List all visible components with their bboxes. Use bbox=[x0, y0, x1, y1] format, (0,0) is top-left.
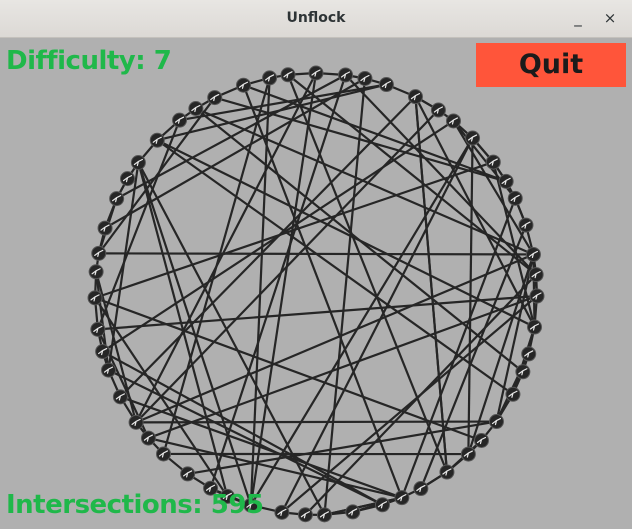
app-window: Unflock _ × Difficulty: 7 Intersections:… bbox=[0, 0, 632, 529]
graph-edge bbox=[98, 252, 534, 256]
bird-icon[interactable] bbox=[521, 346, 537, 362]
bird-icon[interactable] bbox=[518, 217, 534, 233]
bird-icon[interactable] bbox=[91, 245, 107, 261]
bird-icon[interactable] bbox=[507, 190, 523, 206]
bird-icon[interactable] bbox=[413, 481, 429, 497]
bird-icon[interactable] bbox=[97, 220, 113, 236]
bird-icon[interactable] bbox=[112, 389, 128, 405]
bird-icon[interactable] bbox=[488, 414, 504, 430]
difficulty-label: Difficulty: 7 bbox=[6, 46, 172, 76]
bird-icon[interactable] bbox=[527, 319, 543, 335]
minimize-button[interactable]: _ bbox=[566, 6, 590, 30]
bird-icon[interactable] bbox=[172, 112, 188, 128]
bird-icon[interactable] bbox=[101, 362, 117, 378]
quit-button[interactable]: Quit bbox=[476, 43, 626, 87]
graph-edge bbox=[280, 137, 474, 513]
close-button[interactable]: × bbox=[598, 6, 622, 30]
bird-icon[interactable] bbox=[498, 173, 514, 189]
bird-icon[interactable] bbox=[308, 65, 324, 81]
bird-icon[interactable] bbox=[88, 264, 104, 280]
bird-icon[interactable] bbox=[525, 246, 541, 262]
bird-icon[interactable] bbox=[297, 507, 313, 523]
bird-icon[interactable] bbox=[374, 497, 390, 513]
bird-icon[interactable] bbox=[90, 321, 106, 337]
graph-edge bbox=[287, 73, 537, 276]
window-title: Unflock bbox=[286, 10, 346, 26]
graph-edge bbox=[286, 74, 448, 473]
bird-icon[interactable] bbox=[235, 77, 251, 93]
bird-icon[interactable] bbox=[528, 267, 544, 283]
bird-icon[interactable] bbox=[128, 414, 144, 430]
bird-icon[interactable] bbox=[87, 290, 103, 306]
bird-icon[interactable] bbox=[262, 70, 278, 86]
bird-icon[interactable] bbox=[280, 67, 296, 83]
bird-icon[interactable] bbox=[338, 67, 354, 83]
bird-icon[interactable] bbox=[207, 90, 223, 106]
bird-icon[interactable] bbox=[140, 430, 156, 446]
bird-icon[interactable] bbox=[180, 466, 196, 482]
bird-icon[interactable] bbox=[378, 77, 394, 93]
bird-icon[interactable] bbox=[515, 364, 531, 380]
bird-icon[interactable] bbox=[473, 432, 489, 448]
bird-icon[interactable] bbox=[394, 490, 410, 506]
bird-icon[interactable] bbox=[505, 386, 521, 402]
bird-icon[interactable] bbox=[120, 171, 136, 187]
bird-icon[interactable] bbox=[149, 132, 165, 148]
bird-icon[interactable] bbox=[439, 464, 455, 480]
bird-icon[interactable] bbox=[445, 113, 461, 129]
bird-icon[interactable] bbox=[274, 504, 290, 520]
bird-icon[interactable] bbox=[529, 288, 545, 304]
game-canvas[interactable]: Difficulty: 7 Intersections: 595 Quit bbox=[0, 38, 632, 529]
graph-board bbox=[87, 65, 545, 523]
bird-icon[interactable] bbox=[460, 446, 476, 462]
bird-icon[interactable] bbox=[109, 191, 125, 207]
graph-edge bbox=[324, 496, 403, 516]
bird-icon[interactable] bbox=[156, 446, 172, 462]
bird-icon[interactable] bbox=[407, 89, 423, 105]
bird-icon[interactable] bbox=[316, 507, 332, 523]
bird-icon[interactable] bbox=[357, 70, 373, 86]
bird-icon[interactable] bbox=[95, 344, 111, 360]
bird-icon[interactable] bbox=[345, 504, 361, 520]
title-bar: Unflock _ × bbox=[0, 0, 632, 38]
intersections-label: Intersections: 595 bbox=[6, 490, 264, 520]
bird-icon[interactable] bbox=[485, 154, 501, 170]
bird-icon[interactable] bbox=[130, 154, 146, 170]
bird-icon[interactable] bbox=[430, 102, 446, 118]
bird-icon[interactable] bbox=[188, 101, 204, 117]
bird-icon[interactable] bbox=[465, 130, 481, 146]
